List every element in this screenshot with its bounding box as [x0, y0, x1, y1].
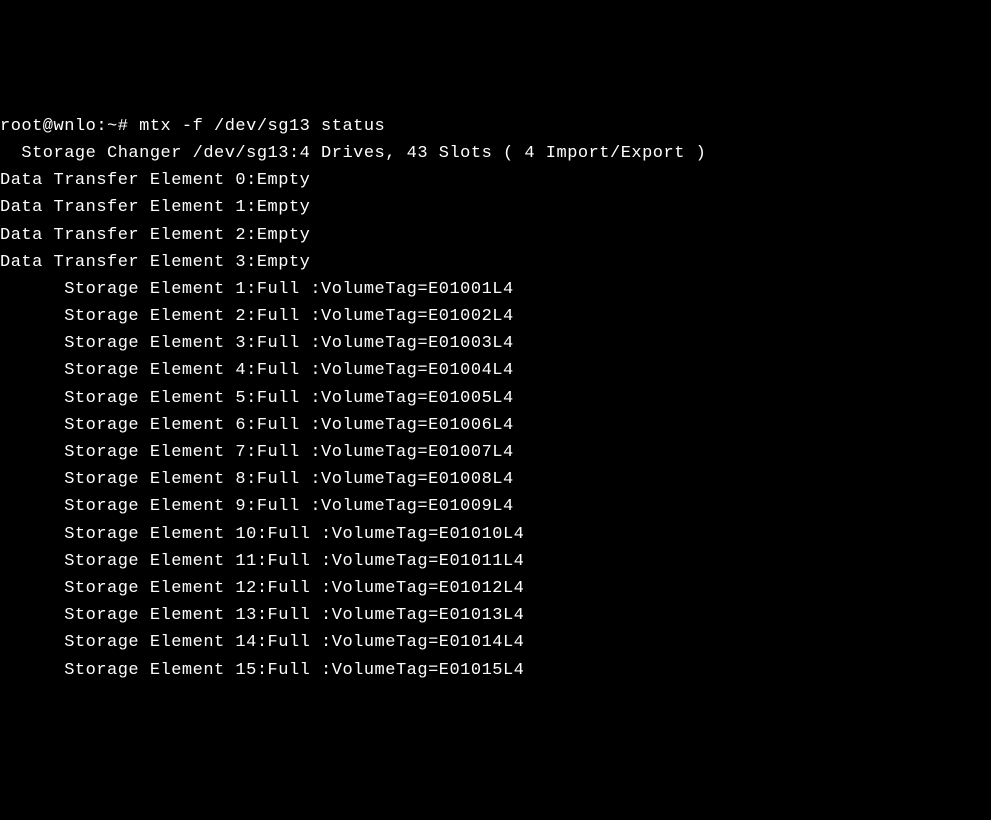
storage-element: Storage Element 9:Full :VolumeTag=E01009… [0, 493, 991, 520]
storage-element: Storage Element 4:Full :VolumeTag=E01004… [0, 357, 991, 384]
storage-element: Storage Element 3:Full :VolumeTag=E01003… [0, 330, 991, 357]
data-transfer-element: Data Transfer Element 1:Empty [0, 194, 991, 221]
storage-element: Storage Element 2:Full :VolumeTag=E01002… [0, 303, 991, 330]
storage-element: Storage Element 13:Full :VolumeTag=E0101… [0, 602, 991, 629]
data-transfer-element: Data Transfer Element 2:Empty [0, 222, 991, 249]
data-transfer-element: Data Transfer Element 3:Empty [0, 249, 991, 276]
storage-element: Storage Element 11:Full :VolumeTag=E0101… [0, 548, 991, 575]
storage-element: Storage Element 10:Full :VolumeTag=E0101… [0, 521, 991, 548]
storage-element: Storage Element 1:Full :VolumeTag=E01001… [0, 276, 991, 303]
storage-element: Storage Element 14:Full :VolumeTag=E0101… [0, 629, 991, 656]
storage-element: Storage Element 6:Full :VolumeTag=E01006… [0, 412, 991, 439]
terminal-output[interactable]: root@wnlo:~# mtx -f /dev/sg13 status Sto… [0, 113, 991, 684]
data-transfer-element: Data Transfer Element 0:Empty [0, 167, 991, 194]
storage-element: Storage Element 15:Full :VolumeTag=E0101… [0, 657, 991, 684]
storage-changer-summary: Storage Changer /dev/sg13:4 Drives, 43 S… [0, 140, 991, 167]
storage-element: Storage Element 12:Full :VolumeTag=E0101… [0, 575, 991, 602]
command-prompt-line: root@wnlo:~# mtx -f /dev/sg13 status [0, 113, 991, 140]
storage-element: Storage Element 7:Full :VolumeTag=E01007… [0, 439, 991, 466]
storage-element: Storage Element 8:Full :VolumeTag=E01008… [0, 466, 991, 493]
storage-element: Storage Element 5:Full :VolumeTag=E01005… [0, 385, 991, 412]
